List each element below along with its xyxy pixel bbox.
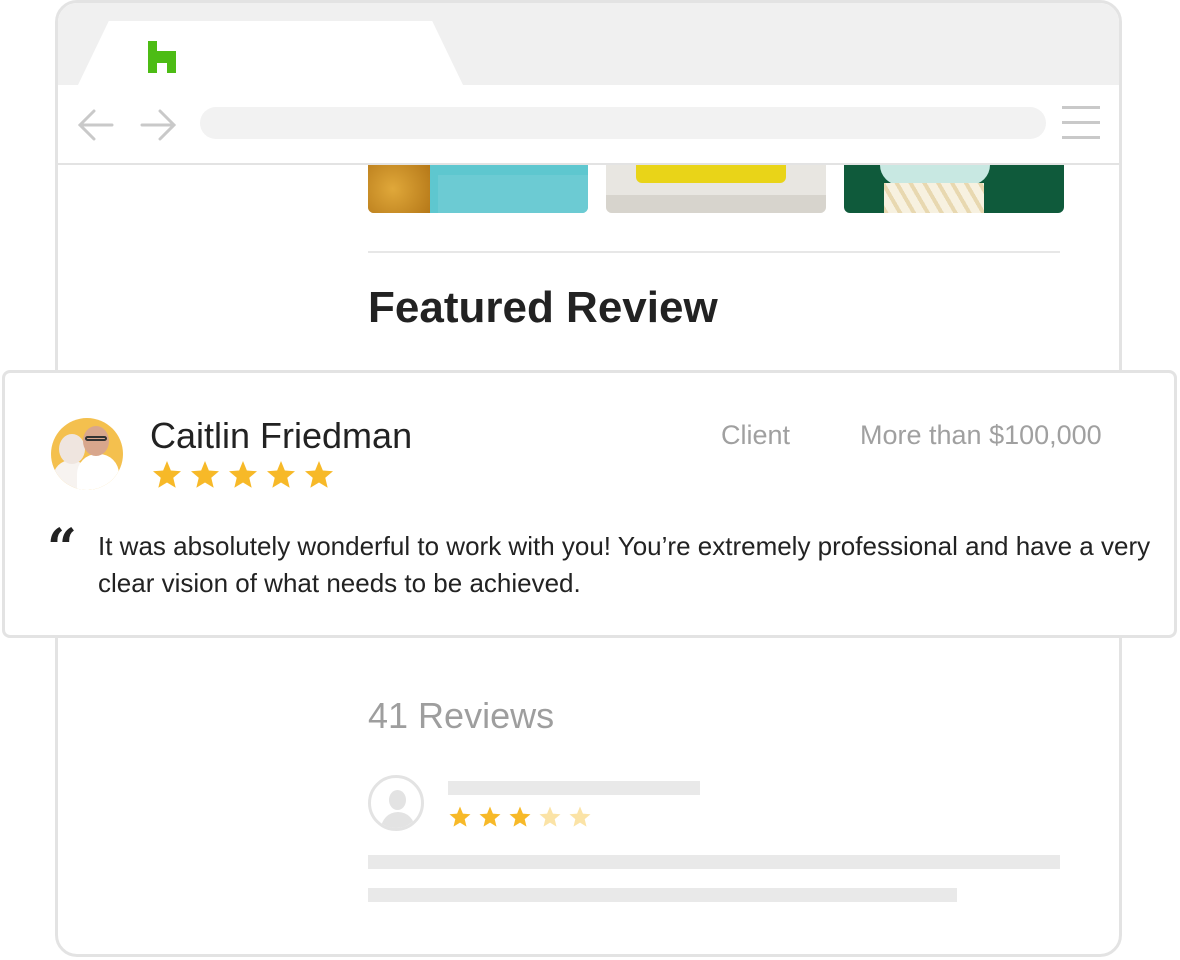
arrow-right-icon[interactable] (138, 105, 180, 145)
rating-stars (448, 805, 592, 829)
review-text-placeholder (368, 888, 957, 902)
address-bar[interactable] (200, 107, 1046, 139)
star-icon (539, 806, 561, 827)
project-budget: More than $100,000 (860, 420, 1102, 450)
review-quote: It was absolutely wonderful to work with… (98, 531, 1151, 598)
hamburger-menu-icon[interactable] (1062, 106, 1100, 140)
houzz-logo-icon (148, 41, 176, 73)
browser-tab[interactable] (78, 21, 463, 85)
star-icon (305, 461, 333, 488)
star-icon (267, 461, 295, 488)
rating-stars (151, 459, 335, 491)
star-icon (449, 806, 471, 827)
project-gallery (368, 165, 1068, 213)
project-photo[interactable] (606, 165, 826, 213)
star-icon (569, 806, 591, 827)
avatar (51, 418, 123, 490)
reviewer-role: Client (721, 420, 791, 450)
star-icon (153, 461, 181, 488)
reviews-count[interactable]: 41 Reviews (368, 695, 554, 737)
featured-review-card: Caitlin Friedman Client More than $100,0… (2, 370, 1177, 638)
section-divider (368, 251, 1060, 253)
reviewer-name-placeholder (448, 781, 700, 795)
project-photo[interactable] (368, 165, 588, 213)
arrow-left-icon[interactable] (74, 105, 116, 145)
reviewer-name[interactable]: Caitlin Friedman (150, 415, 412, 457)
project-photo[interactable] (844, 165, 1064, 213)
featured-review-heading: Featured Review (368, 283, 718, 332)
user-avatar-icon (368, 775, 424, 831)
browser-toolbar (58, 85, 1119, 165)
quote-icon: “ (47, 518, 77, 579)
star-icon (191, 461, 219, 488)
review-text-placeholder (368, 855, 1060, 869)
star-icon (479, 806, 501, 827)
tab-strip (58, 3, 1119, 85)
star-icon (509, 806, 531, 827)
star-icon (229, 461, 257, 488)
